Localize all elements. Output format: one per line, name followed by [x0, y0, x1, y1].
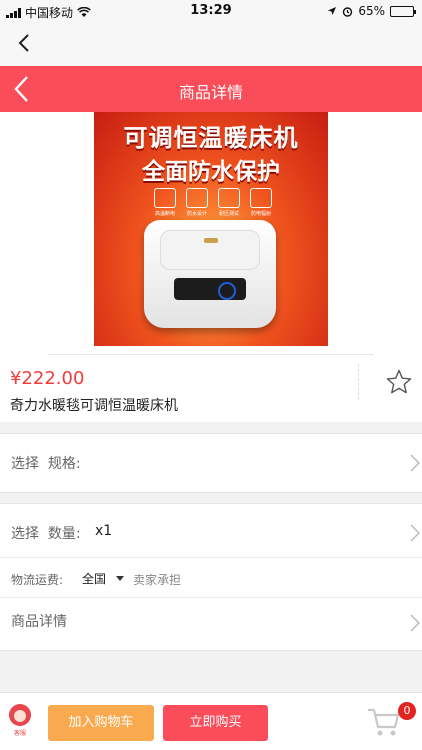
shipping-label: 物流运费: [11, 573, 64, 587]
location-icon [328, 7, 337, 15]
cart-count-badge: 0 [398, 702, 416, 720]
chevron-right-icon [410, 454, 420, 472]
product-price: ¥222.00 [10, 368, 85, 389]
feature-item: 耐压测试 [216, 188, 242, 217]
shipping-note: 卖家承担 [133, 573, 182, 587]
product-name: 奇力水暖毯可调恒温暖床机 [10, 398, 178, 414]
device-lid [160, 230, 260, 270]
customer-service-button[interactable]: 客服 [6, 704, 34, 738]
battery-icon [390, 5, 416, 17]
back-arrow-icon[interactable] [14, 32, 36, 54]
alarm-icon [343, 6, 353, 17]
spec-text: 规格: [47, 456, 81, 472]
umbrella-icon [186, 188, 208, 208]
feature-item: 防水设计 [184, 188, 210, 217]
shipping-region-select[interactable]: 全国 [82, 570, 125, 587]
customer-service-tag: 客服 [13, 730, 26, 737]
vertical-divider [358, 364, 359, 400]
detail-label: 商品详情 [11, 614, 67, 630]
top-nav [0, 22, 422, 66]
shipping-row: 物流运费: 全国 卖家承担 [0, 557, 422, 597]
product-image[interactable]: 可调恒温暖床机 全面防水保护 高温断电 防水设计 耐压测试 防电辐射 [94, 112, 328, 346]
spec-prefix: 选择 [11, 456, 39, 472]
buy-now-button[interactable]: 立即购买 [163, 705, 268, 741]
spec-label: 选择 规格: [11, 453, 81, 473]
qty-prefix: 选择 [11, 526, 39, 542]
feature-icons: 高温断电 防水设计 耐压测试 防电辐射 [152, 188, 274, 217]
shipping-region-value: 全国 [82, 572, 107, 586]
status-bar: 中国移动 13:29 65% [0, 0, 422, 22]
heater-device-illustration [144, 220, 276, 328]
quantity-label: 选择 数量: [11, 523, 81, 543]
feature-label: 耐压测试 [218, 211, 239, 217]
device-control-panel [174, 278, 246, 300]
spec-selector-row[interactable]: 选择 规格: [0, 433, 422, 493]
qty-text: 数量: [47, 526, 81, 542]
banner-headline: 可调恒温暖床机 [123, 124, 299, 152]
page-title: 商品详情 [178, 83, 243, 102]
page-header: 商品详情 [0, 66, 422, 112]
battery-percent: 65% [358, 4, 385, 18]
feature-label: 防电辐射 [250, 211, 271, 217]
add-to-cart-button[interactable]: 加入购物车 [48, 705, 154, 741]
quantity-selector-row[interactable]: 选择 数量: x1 [0, 503, 422, 557]
quantity-value: x1 [95, 523, 113, 539]
feature-label: 防水设计 [186, 211, 207, 217]
customer-service-icon [9, 704, 31, 726]
chevron-right-icon [410, 614, 420, 632]
divider [48, 354, 374, 355]
feature-label: 高温断电 [154, 211, 175, 217]
banner-subheadline: 全面防水保护 [142, 159, 280, 185]
shopping-cart-icon[interactable] [366, 705, 402, 739]
feature-item: 高温断电 [152, 188, 178, 217]
gear-icon [218, 188, 240, 208]
product-detail-row[interactable]: 商品详情 [0, 597, 422, 651]
status-right: 65% [327, 4, 416, 18]
bottom-action-bar: 客服 加入购物车 立即购买 0 [0, 692, 422, 750]
feature-item: 防电辐射 [248, 188, 274, 217]
dropdown-caret-icon [116, 576, 125, 581]
shield-icon [250, 188, 272, 208]
chevron-right-icon [410, 524, 420, 542]
product-section: 可调恒温暖床机 全面防水保护 高温断电 防水设计 耐压测试 防电辐射 ¥222.… [0, 112, 422, 422]
favorite-star-icon[interactable] [385, 368, 413, 396]
device-logo [204, 238, 218, 243]
fire-icon [154, 188, 176, 208]
